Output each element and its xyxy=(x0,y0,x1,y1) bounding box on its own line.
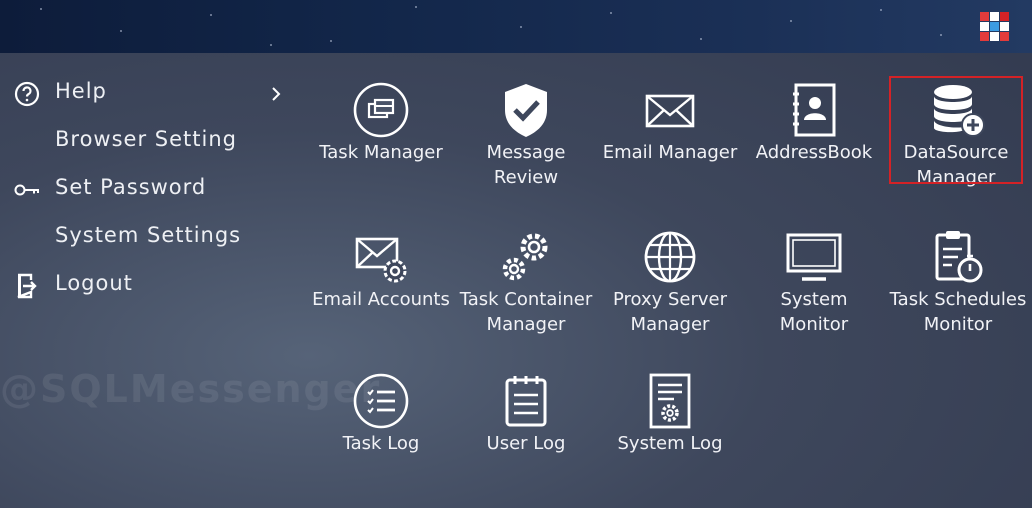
tile-label: DataSource Manager xyxy=(903,142,1009,188)
tile-label: Email Manager xyxy=(602,142,738,163)
tile-task-schedules-monitor[interactable]: Task Schedules Monitor xyxy=(886,227,1030,337)
tile-label: Task Container Manager xyxy=(459,289,593,335)
chevron-right-icon xyxy=(272,87,281,101)
tile-datasource-manager[interactable]: DataSource Manager xyxy=(889,76,1023,188)
menu-item-label: Logout xyxy=(55,271,133,295)
menu-item-set-password[interactable]: Set Password xyxy=(0,166,300,214)
globe-icon xyxy=(644,231,696,283)
list-circle-icon xyxy=(353,373,409,429)
menu-item-label: Browser Setting xyxy=(55,127,237,151)
clipboard-timer-icon xyxy=(935,231,983,283)
tile-system-monitor[interactable]: System Monitor xyxy=(742,227,886,337)
module-grid: Task Manager Message Review Email Manage… xyxy=(300,70,1032,490)
tile-task-manager[interactable]: Task Manager xyxy=(309,80,453,165)
tile-label: System Monitor xyxy=(779,289,849,335)
address-book-icon xyxy=(793,83,836,137)
tile-label: AddressBook xyxy=(755,142,873,163)
menu-item-browser-setting[interactable]: Browser Setting xyxy=(0,118,300,166)
tile-label: Task Manager xyxy=(319,142,443,163)
shield-check-icon xyxy=(505,84,547,137)
menu-item-label: System Settings xyxy=(55,223,242,247)
tile-label: User Log xyxy=(486,433,566,454)
menu-item-label: Help xyxy=(55,79,107,103)
logout-icon xyxy=(17,273,37,299)
email-settings-icon xyxy=(355,237,407,283)
tile-user-log[interactable]: User Log xyxy=(454,371,598,456)
key-icon xyxy=(14,184,39,196)
tile-label: Proxy Server Manager xyxy=(612,289,728,335)
tile-label: Task Schedules Monitor xyxy=(889,289,1027,335)
tile-message-review[interactable]: Message Review xyxy=(454,80,598,190)
envelope-icon xyxy=(645,94,695,128)
menu-item-system-settings[interactable]: System Settings xyxy=(0,214,300,262)
menu-item-label: Set Password xyxy=(55,175,207,199)
gears-icon xyxy=(502,233,548,281)
menu-item-logout[interactable]: Logout xyxy=(0,262,300,310)
tile-task-container-manager[interactable]: Task Container Manager xyxy=(454,227,598,337)
top-banner xyxy=(0,0,1032,53)
side-menu: Help Browser Setting Set Password System… xyxy=(0,70,300,310)
app-logo-icon[interactable] xyxy=(978,10,1012,44)
database-add-icon xyxy=(934,85,985,137)
tile-address-book[interactable]: AddressBook xyxy=(742,80,886,165)
tile-system-log[interactable]: System Log xyxy=(598,371,742,456)
tile-email-manager[interactable]: Email Manager xyxy=(598,80,742,165)
help-circle-icon xyxy=(14,81,40,107)
tile-label: Email Accounts xyxy=(312,289,450,310)
document-gear-icon xyxy=(649,373,691,429)
tile-proxy-server-manager[interactable]: Proxy Server Manager xyxy=(598,227,742,337)
notepad-icon xyxy=(505,376,547,427)
tile-label: System Log xyxy=(617,433,723,454)
task-manager-icon xyxy=(353,82,409,138)
tile-label: Task Log xyxy=(342,433,420,454)
tile-task-log[interactable]: Task Log xyxy=(309,371,453,456)
tile-label: Message Review xyxy=(486,142,566,188)
monitor-icon xyxy=(786,233,842,281)
tile-email-accounts[interactable]: Email Accounts xyxy=(309,227,453,312)
menu-item-help[interactable]: Help xyxy=(0,70,300,118)
